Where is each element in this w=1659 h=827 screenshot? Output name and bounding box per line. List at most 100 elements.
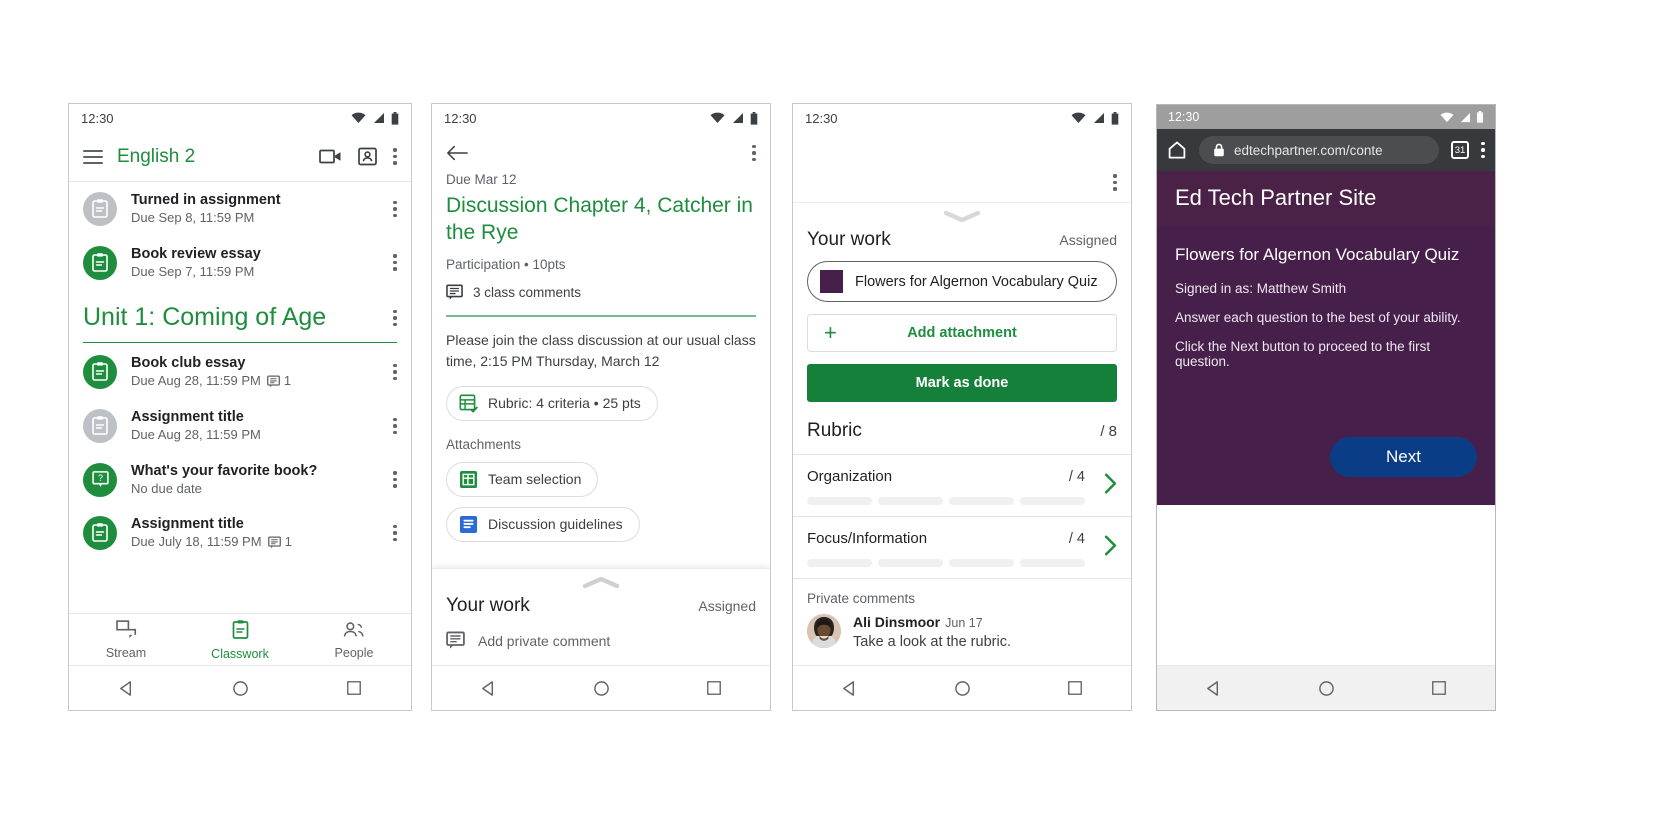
criterion-name: Focus/Information: [807, 530, 928, 547]
people-icon: [343, 621, 364, 636]
mark-as-done-button[interactable]: Mark as done: [807, 364, 1117, 402]
tab-classwork[interactable]: Classwork: [183, 619, 297, 661]
list-item[interactable]: Assignment title Due Aug 28, 11:59 PM: [69, 399, 411, 453]
comment-count: 1: [267, 533, 292, 551]
work-item-label: Flowers for Algernon Vocabulary Quiz: [855, 273, 1098, 290]
row-overflow-icon[interactable]: [393, 417, 397, 435]
row-overflow-icon[interactable]: [393, 254, 397, 271]
unit-header: Unit 1: Coming of Age: [69, 289, 411, 338]
site-header: Ed Tech Partner Site: [1157, 171, 1495, 227]
tab-people[interactable]: People: [297, 621, 411, 660]
rubric-criterion[interactable]: Focus/Information / 4: [793, 516, 1131, 578]
comment-author: Ali Dinsmoor: [853, 614, 941, 630]
recents-nav-icon[interactable]: [1067, 680, 1083, 696]
android-nav-bar: [432, 665, 770, 710]
row-overflow-icon[interactable]: [393, 471, 397, 488]
tab-stream[interactable]: Stream: [69, 620, 183, 660]
rubric-criterion[interactable]: Organization / 4: [793, 454, 1131, 516]
list-item-subtitle: No due date: [131, 480, 379, 498]
your-work-status: Assigned: [1059, 232, 1117, 248]
list-item[interactable]: Book club essay Due Aug 28, 11:59 PM 1: [69, 345, 411, 399]
signal-icon: [733, 113, 743, 123]
menu-icon[interactable]: [83, 149, 103, 164]
chevron-right-icon[interactable]: [1102, 533, 1119, 562]
overflow-menu-icon[interactable]: [752, 144, 756, 162]
status-icons: [1440, 111, 1484, 123]
recents-nav-icon[interactable]: [1431, 680, 1447, 696]
add-attachment-label: Add attachment: [907, 325, 1017, 341]
overflow-menu-icon[interactable]: [1113, 174, 1117, 191]
sheets-icon: [459, 470, 478, 488]
back-nav-icon[interactable]: [1205, 680, 1222, 697]
attachment-chip-sheets[interactable]: Team selection: [446, 461, 599, 497]
video-camera-icon[interactable]: [319, 148, 342, 165]
back-nav-icon[interactable]: [841, 680, 858, 697]
comment-count: 1: [266, 372, 291, 390]
due-text: Due Sep 7, 11:59 PM: [131, 263, 255, 279]
chevron-right-icon[interactable]: [1102, 471, 1119, 500]
avatar: [807, 614, 841, 648]
assignment-icon: [83, 516, 117, 551]
comment-icon: [267, 536, 281, 549]
list-item[interactable]: Book review essay Due Sep 7, 11:59 PM: [69, 236, 411, 290]
unit-assignment-list: Book club essay Due Aug 28, 11:59 PM 1 A…: [69, 345, 411, 560]
criterion-score: / 4: [1068, 469, 1085, 485]
unit-overflow-icon[interactable]: [393, 309, 397, 327]
signal-icon: [1460, 112, 1471, 122]
tab-count-icon[interactable]: 31: [1451, 141, 1469, 159]
home-nav-icon[interactable]: [593, 680, 610, 697]
battery-icon: [391, 111, 399, 125]
lock-icon: [1214, 143, 1224, 157]
list-item-subtitle: Due Aug 28, 11:59 PM: [131, 426, 379, 444]
wifi-icon: [351, 112, 366, 123]
recents-nav-icon[interactable]: [706, 680, 722, 696]
battery-icon: [1111, 111, 1119, 125]
due-text: Due Aug 28, 11:59 PM: [131, 427, 261, 443]
sheet-grabber[interactable]: [432, 569, 770, 591]
your-work-title: Your work: [446, 595, 530, 616]
due-date: Due Mar 12: [446, 172, 517, 187]
class-comments-row[interactable]: 3 class comments: [446, 284, 756, 301]
plus-icon: +: [824, 320, 837, 345]
attachment-label: Team selection: [488, 471, 582, 488]
status-bar: 12:30: [69, 104, 411, 132]
sheet-grabber[interactable]: [793, 203, 1131, 225]
address-bar[interactable]: edtechpartner.com/conte: [1199, 136, 1439, 164]
list-item[interactable]: Assignment title Due July 18, 11:59 PM 1: [69, 506, 411, 560]
docs-icon: [459, 515, 478, 533]
signal-icon: [1094, 113, 1104, 123]
status-icons: [351, 111, 399, 125]
next-button[interactable]: Next: [1330, 437, 1477, 477]
row-overflow-icon[interactable]: [393, 524, 397, 542]
attachment-chip-docs[interactable]: Discussion guidelines: [446, 506, 640, 542]
home-nav-icon[interactable]: [232, 680, 249, 697]
recents-nav-icon[interactable]: [346, 680, 362, 696]
row-overflow-icon[interactable]: [393, 200, 397, 218]
back-arrow-icon[interactable]: [446, 144, 468, 162]
wifi-icon: [1071, 112, 1086, 123]
list-item-text: What's your favorite book? No due date: [131, 462, 379, 498]
classcode-icon[interactable]: [358, 147, 377, 166]
phone-classwork: 12:30 English 2 Turned in assignment Due…: [68, 103, 412, 711]
list-item-title: Book review essay: [131, 245, 261, 262]
home-nav-icon[interactable]: [954, 680, 971, 697]
home-icon[interactable]: [1167, 140, 1187, 160]
attached-work-item[interactable]: Flowers for Algernon Vocabulary Quiz: [807, 261, 1117, 302]
back-nav-icon[interactable]: [118, 680, 135, 697]
row-overflow-icon[interactable]: [393, 363, 397, 381]
browser-menu-icon[interactable]: [1481, 141, 1485, 159]
home-nav-icon[interactable]: [1318, 680, 1335, 697]
rubric-chip[interactable]: Rubric: 4 criteria • 25 pts: [446, 385, 658, 421]
your-work-title: Your work: [807, 229, 891, 250]
attachment-label: Discussion guidelines: [488, 516, 623, 533]
unit-title: Unit 1: Coming of Age: [83, 303, 327, 332]
list-item[interactable]: ? What's your favorite book? No due date: [69, 453, 411, 507]
section-divider: [446, 314, 756, 317]
assignment-icon: [83, 245, 117, 280]
overflow-menu-icon[interactable]: [393, 148, 397, 165]
back-nav-icon[interactable]: [480, 680, 497, 697]
svg-text:?: ?: [98, 473, 103, 483]
list-item[interactable]: Turned in assignment Due Sep 8, 11:59 PM: [69, 182, 411, 236]
add-attachment-button[interactable]: + Add attachment: [807, 314, 1117, 352]
add-private-comment[interactable]: Add private comment: [432, 617, 770, 666]
